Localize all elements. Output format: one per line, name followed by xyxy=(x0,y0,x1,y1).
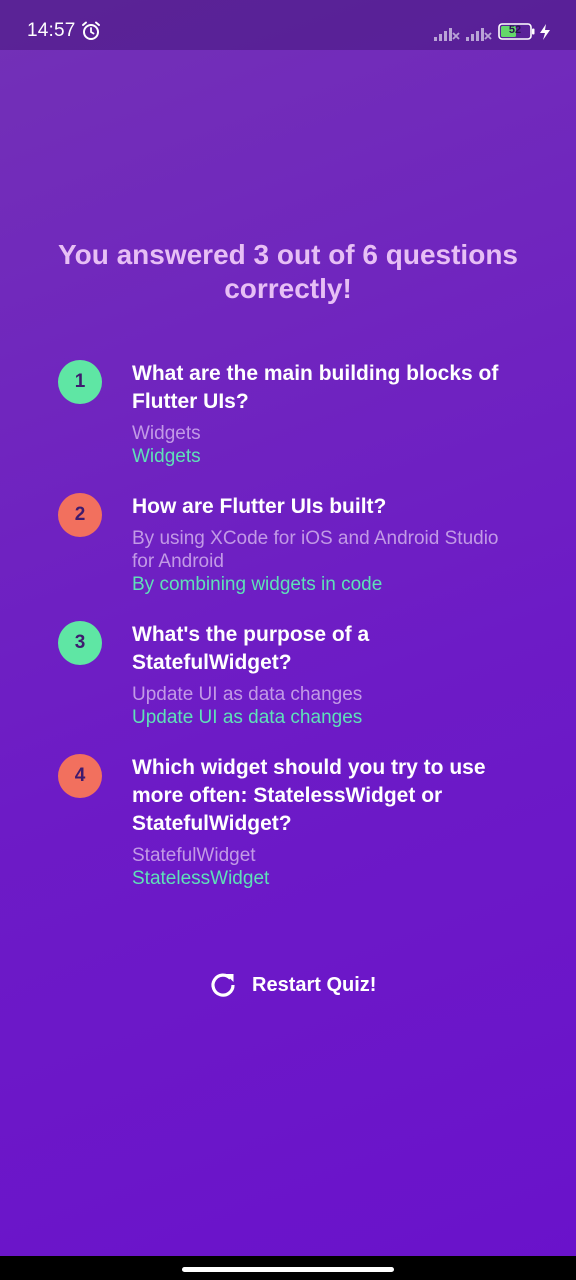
question-number-badge: 4 xyxy=(58,754,102,798)
question-text: How are Flutter UIs built? xyxy=(132,495,387,518)
correct-answer: By combining widgets in code xyxy=(132,574,383,595)
correct-answer: Widgets xyxy=(132,446,201,467)
question-text: What's the purpose of a StatefulWidget? xyxy=(132,623,370,674)
battery-level: 52 xyxy=(508,24,522,36)
correct-answer: StatelessWidget xyxy=(132,868,270,889)
restart-quiz-button[interactable]: Restart Quiz! xyxy=(200,962,386,1008)
home-indicator[interactable] xyxy=(182,1267,394,1272)
question-text: What are the main building blocks of Flu… xyxy=(132,362,499,413)
answers-summary[interactable]: 1 What are the main building blocks of F… xyxy=(58,360,518,890)
status-bar: 14:57 52 xyxy=(0,0,576,50)
restart-quiz-label: Restart Quiz! xyxy=(252,973,377,996)
question-number-badge: 3 xyxy=(58,621,102,665)
question-number-badge: 1 xyxy=(58,360,102,404)
summary-item-1: 1 What are the main building blocks of F… xyxy=(58,360,518,469)
summary-item-4: 4 Which widget should you try to use mor… xyxy=(58,754,518,890)
summary-item-3: 3 What's the purpose of a StatefulWidget… xyxy=(58,621,518,730)
summary-item-2: 2 How are Flutter UIs built? By using XC… xyxy=(58,493,518,597)
signal-icon xyxy=(434,28,460,41)
question-text: Which widget should you try to use more … xyxy=(132,756,486,835)
user-answer: StatefulWidget xyxy=(132,845,256,866)
signal-icon xyxy=(466,28,492,41)
result-title: You answered 3 out of 6 questions correc… xyxy=(58,239,518,304)
user-answer: By using XCode for iOS and Android Studi… xyxy=(132,528,499,572)
status-time: 14:57 xyxy=(27,20,76,41)
alarm-icon xyxy=(82,21,100,40)
correct-answer: Update UI as data changes xyxy=(132,707,363,728)
user-answer: Update UI as data changes xyxy=(132,684,363,705)
user-answer: Widgets xyxy=(132,423,201,444)
restart-icon xyxy=(211,973,235,997)
question-number-badge: 2 xyxy=(58,493,102,537)
charging-bolt-icon xyxy=(540,24,550,40)
